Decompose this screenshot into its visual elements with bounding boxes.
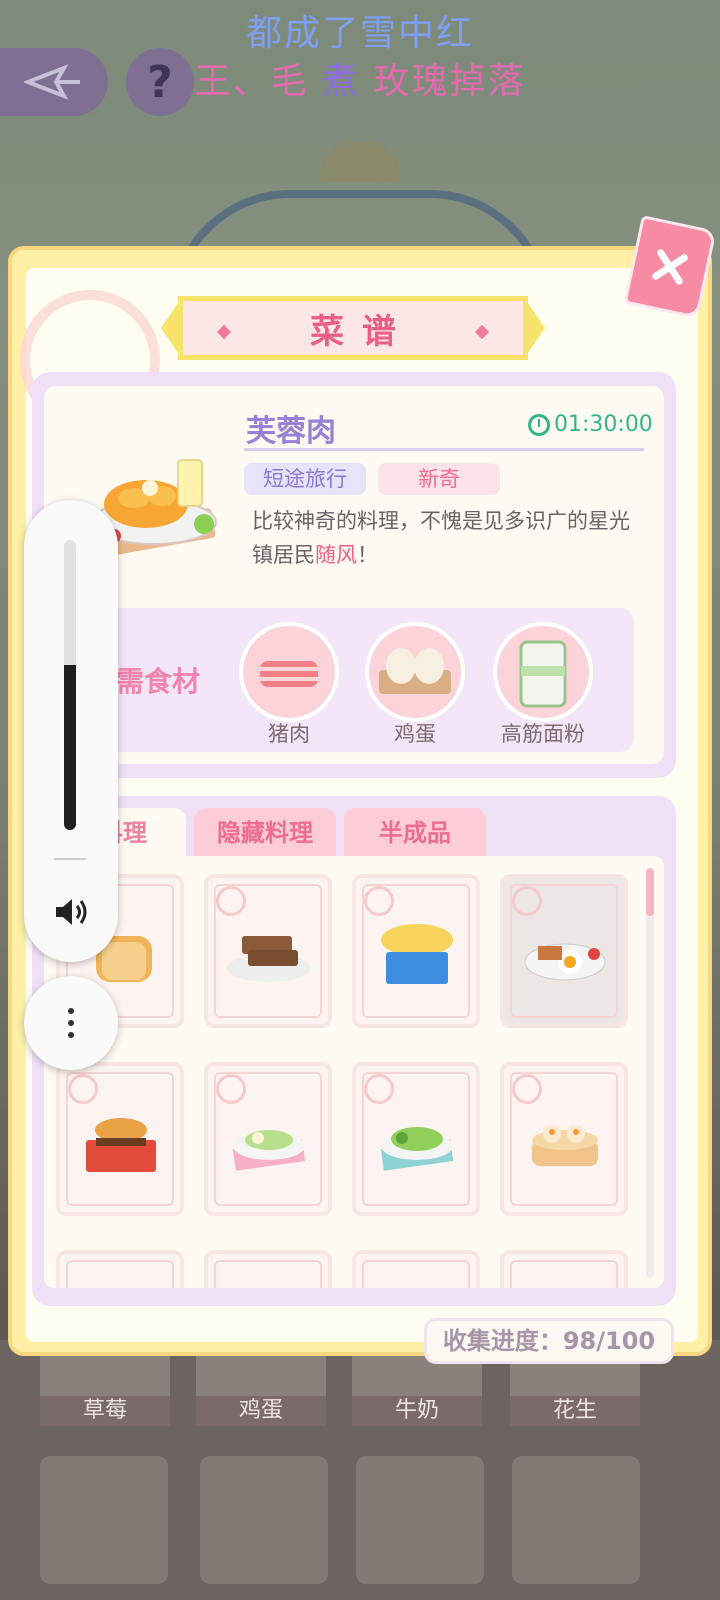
dim-sum-steamer-icon [532, 1125, 598, 1166]
ingredient-pork[interactable]: 猪肉 [234, 622, 344, 748]
lyric-part-c: 玫瑰掉落 [373, 61, 526, 102]
ingredient-egg[interactable]: 鸡蛋 [360, 622, 470, 748]
description-text: 比较神奇的料理，不愧是见多识广的星光镇居民 [252, 509, 630, 567]
lyric-line-1: 都成了雪中红 [245, 13, 474, 54]
salad-plate-icon [232, 1130, 306, 1171]
description-highlight: 随风 [315, 543, 357, 567]
egg-carton-icon [365, 622, 465, 722]
recipe-card-dim-sum[interactable] [500, 1062, 628, 1216]
fork-spoon-icon [364, 886, 394, 916]
fork-spoon-icon [216, 886, 246, 916]
bg-item-label: 牛奶 [352, 1396, 482, 1426]
help-button[interactable]: ? [126, 48, 194, 116]
lyric-part-a: 王、毛 [194, 61, 309, 102]
bg-item-slot [356, 1456, 484, 1584]
banner-diamond [474, 324, 490, 340]
recipe-grid [44, 856, 664, 1288]
fork-spoon-icon [216, 1074, 246, 1104]
tab-hidden-dishes[interactable]: 隐藏料理 [194, 808, 336, 858]
more-vertical-icon [68, 1008, 74, 1014]
modal-title: 菜谱 [310, 311, 414, 352]
cook-time: 01:30:00 [554, 412, 653, 437]
bg-item-label: 草莓 [40, 1396, 170, 1426]
dish-name: 芙蓉肉 [246, 414, 336, 449]
more-options-button[interactable] [24, 976, 118, 1070]
ingredient-flour[interactable]: 高筋面粉 [488, 622, 598, 748]
lyric-part-b: 煮 [321, 61, 360, 102]
compass-arrow-icon [24, 64, 80, 100]
modal-title-banner: 菜谱 [161, 296, 545, 360]
toast-icon [227, 936, 311, 982]
recipe-card[interactable] [56, 1250, 184, 1288]
recipe-card-sandwich[interactable] [352, 874, 480, 1028]
recipe-scrollbar-thumb[interactable] [646, 868, 654, 916]
speaker-icon[interactable] [50, 892, 90, 932]
burger-box-icon [86, 1118, 156, 1172]
recipe-card[interactable] [500, 1250, 628, 1288]
ingredient-name: 高筋面粉 [501, 722, 585, 746]
volume-slider-level[interactable] [64, 665, 76, 830]
card-frame [362, 1260, 470, 1288]
dish-description: 比较神奇的料理，不愧是见多识广的星光镇居民随风！ [252, 504, 642, 572]
fork-spoon-icon [512, 1074, 542, 1104]
card-frame [66, 1260, 174, 1288]
recipe-card[interactable] [352, 1250, 480, 1288]
lyric-line-2: 王、毛 煮 玫瑰掉落 [0, 52, 720, 104]
volume-divider [54, 858, 86, 860]
pork-icon [239, 622, 339, 722]
ingredient-name: 猪肉 [268, 722, 310, 746]
recipe-card[interactable] [204, 1250, 332, 1288]
close-icon [652, 249, 688, 285]
fork-spoon-icon [68, 1074, 98, 1104]
breakfast-plate-icon [524, 943, 606, 981]
recipe-card-burger[interactable] [56, 1062, 184, 1216]
card-frame [510, 1260, 618, 1288]
cook-timer: 01:30:00 [528, 412, 653, 437]
bg-item-slot [512, 1456, 640, 1584]
more-vertical-icon [68, 1032, 74, 1038]
description-end: ！ [357, 543, 378, 567]
fork-spoon-icon [364, 1074, 394, 1104]
banner-diamond [216, 324, 232, 340]
flour-bag-icon [493, 622, 593, 722]
bg-item-slot [40, 1456, 168, 1584]
back-button[interactable] [0, 48, 108, 116]
more-vertical-icon [68, 1020, 74, 1026]
bg-item-slot [200, 1456, 328, 1584]
collection-progress: 收集进度：98/100 [424, 1318, 674, 1364]
sandwich-box-icon [381, 924, 453, 984]
dish-name-divider [244, 448, 644, 451]
card-frame [214, 1260, 322, 1288]
bg-item-label: 花生 [510, 1396, 640, 1426]
tab-semi-finished[interactable]: 半成品 [344, 808, 486, 858]
recipe-card-breakfast[interactable] [500, 874, 628, 1028]
ingredient-name: 鸡蛋 [394, 722, 436, 746]
tag-trip: 短途旅行 [244, 463, 366, 495]
fork-spoon-icon [512, 886, 542, 916]
recipe-card-green-salad[interactable] [352, 1062, 480, 1216]
tag-novel: 新奇 [378, 463, 500, 495]
clock-icon [528, 413, 550, 436]
green-salad-icon [380, 1127, 454, 1171]
recipe-scrollbar[interactable] [646, 868, 654, 1278]
recipe-card-salad[interactable] [204, 1062, 332, 1216]
bg-item-label: 鸡蛋 [196, 1396, 326, 1426]
recipe-card-toast[interactable] [204, 874, 332, 1028]
